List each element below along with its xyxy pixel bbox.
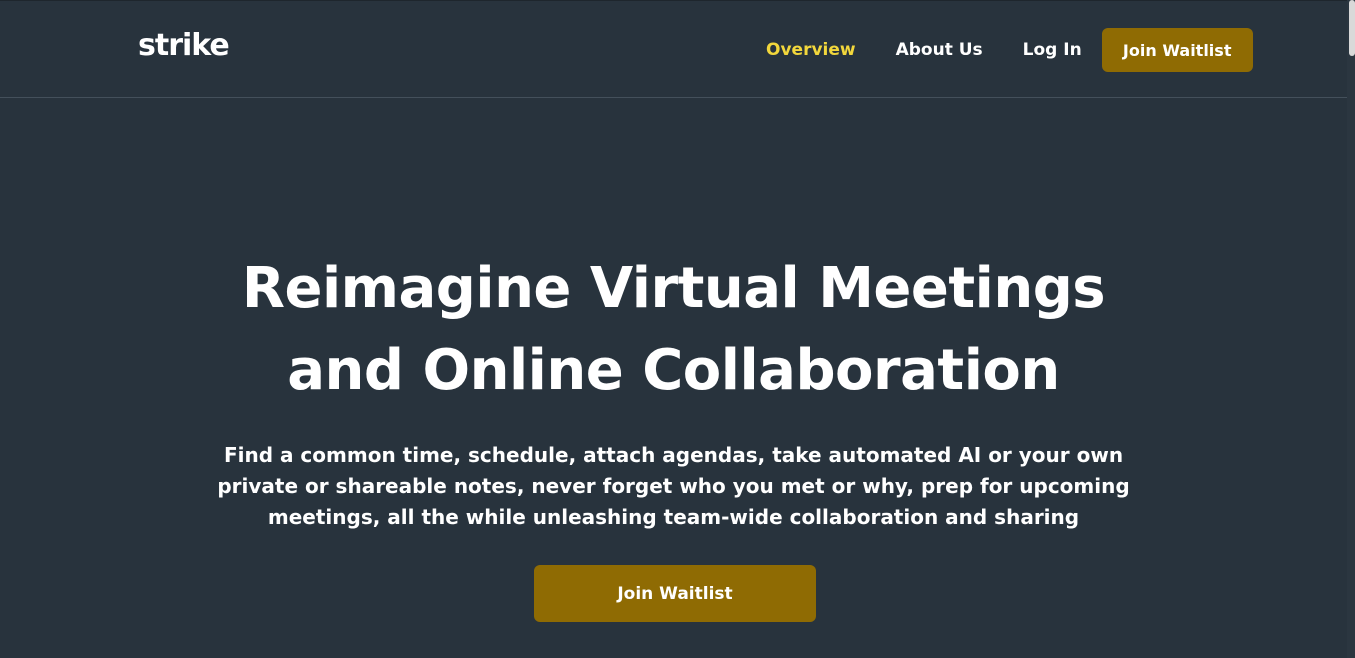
vertical-scrollbar[interactable] (1347, 0, 1355, 658)
nav-link-log-in[interactable]: Log In (1023, 40, 1082, 60)
hero-title-line-2: and Online Collaboration (287, 338, 1060, 403)
hero-title-line-1: Reimagine Virtual Meetings (241, 256, 1106, 321)
nav-links: Overview About Us Log In Join Waitlist (766, 28, 1253, 72)
hero-title: Reimagine Virtual Meetings and Online Co… (0, 248, 1347, 412)
landing-page: strike Overview About Us Log In Join Wai… (0, 0, 1355, 658)
nav-link-about-us[interactable]: About Us (896, 40, 983, 60)
nav-link-overview[interactable]: Overview (766, 40, 856, 60)
navbar: strike Overview About Us Log In Join Wai… (0, 1, 1347, 98)
logo[interactable]: strike (138, 29, 230, 63)
join-waitlist-hero-button[interactable]: Join Waitlist (534, 565, 816, 622)
scrollbar-thumb[interactable] (1349, 0, 1355, 56)
hero-subtitle: Find a common time, schedule, attach age… (217, 443, 1130, 529)
join-waitlist-nav-button[interactable]: Join Waitlist (1101, 28, 1253, 72)
